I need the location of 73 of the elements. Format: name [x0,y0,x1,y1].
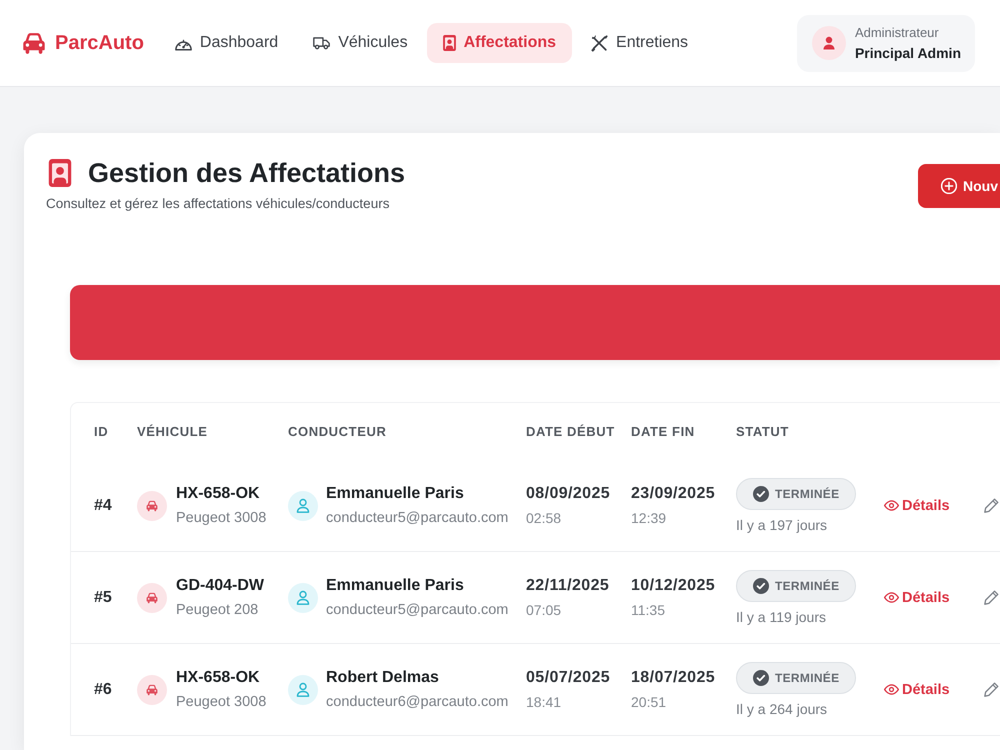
start-time: 02:58 [526,508,562,528]
driver-email: conducteur6@parcauto.com [326,692,508,712]
pencil-icon[interactable] [984,498,999,513]
id-badge-icon [442,35,456,51]
driver-name: Emmanuelle Paris [326,484,464,504]
start-date: 22/11/2025 [526,576,610,596]
row-id: #5 [94,588,112,606]
check-circle-icon [753,486,769,502]
check-circle-icon [753,578,769,594]
eye-icon [884,684,899,695]
pencil-icon[interactable] [984,590,999,605]
truck-icon [313,36,330,50]
vehicle-plate: GD-404-DW [176,576,264,596]
status-label: TERMINÉE [775,578,840,592]
car-icon [137,674,167,704]
vehicle-model: Peugeot 3008 [176,692,266,712]
eye-icon [884,592,899,603]
nav-tab[interactable]: Véhicules [297,23,424,63]
end-time: 12:39 [631,508,666,528]
vehicle-model: Peugeot 208 [176,600,258,620]
status-label: TERMINÉE [775,486,840,500]
person-icon [288,582,318,612]
row-id: #6 [94,680,112,698]
elapsed-text: Il y a 119 jours [736,608,826,626]
nav-tab[interactable]: Affectations [426,23,572,63]
car-icon [137,582,167,612]
row-id: #4 [94,496,112,514]
driver-name: Emmanuelle Paris [326,576,464,596]
column-header: DATE FIN [631,424,695,439]
driver-email: conducteur5@parcauto.com [326,600,508,620]
column-header: CONDUCTEUR [288,424,386,439]
driver-email: conducteur5@parcauto.com [326,508,508,528]
check-circle-icon [753,670,769,686]
page-title: Gestion des Affectations [88,157,406,189]
column-header: ID [94,424,108,439]
vehicle-model: Peugeot 3008 [176,508,266,528]
details-link[interactable]: Détails [884,498,950,514]
details-link[interactable]: Détails [884,590,950,606]
vehicle-plate: HX-658-OK [176,484,260,504]
end-date: 23/09/2025 [631,484,716,504]
person-icon [288,490,318,520]
end-time: 11:35 [631,600,665,620]
end-date: 10/12/2025 [631,576,716,596]
eye-icon [884,500,899,511]
end-time: 20:51 [631,692,666,712]
driver-name: Robert Delmas [326,668,439,688]
logo-text: ParcAuto [55,32,144,54]
page-subtitle: Consultez et gérez les affectations véhicules/conducteurs [46,195,390,213]
start-date: 08/09/2025 [526,484,610,504]
elapsed-text: Il y a 197 jours [736,516,828,534]
column-header: DATE DÉBUT [526,424,615,439]
user-role: Administrateur [854,24,939,42]
new-button[interactable]: Nouv [918,164,1000,208]
id-badge-icon [48,159,72,187]
nav-tab[interactable]: Entretiens [575,23,704,63]
end-date: 18/07/2025 [631,668,716,688]
car-icon [137,490,167,520]
start-time: 07:05 [526,600,562,620]
user-icon [812,26,846,60]
tools-icon [591,34,608,52]
column-header: VÉHICULE [137,424,208,439]
status-label: TERMINÉE [775,670,840,684]
nav-tab[interactable]: Dashboard [158,23,294,63]
vehicle-plate: HX-658-OK [176,668,260,688]
car-icon [23,32,45,54]
person-icon [288,674,318,704]
elapsed-text: Il y a 264 jours [736,700,828,718]
pencil-icon[interactable] [984,682,999,697]
details-link[interactable]: Détails [884,682,950,698]
start-date: 05/07/2025 [526,668,610,688]
user-name: Principal Admin [854,44,961,63]
start-time: 18:41 [526,692,562,712]
column-header: STATUT [736,424,789,439]
